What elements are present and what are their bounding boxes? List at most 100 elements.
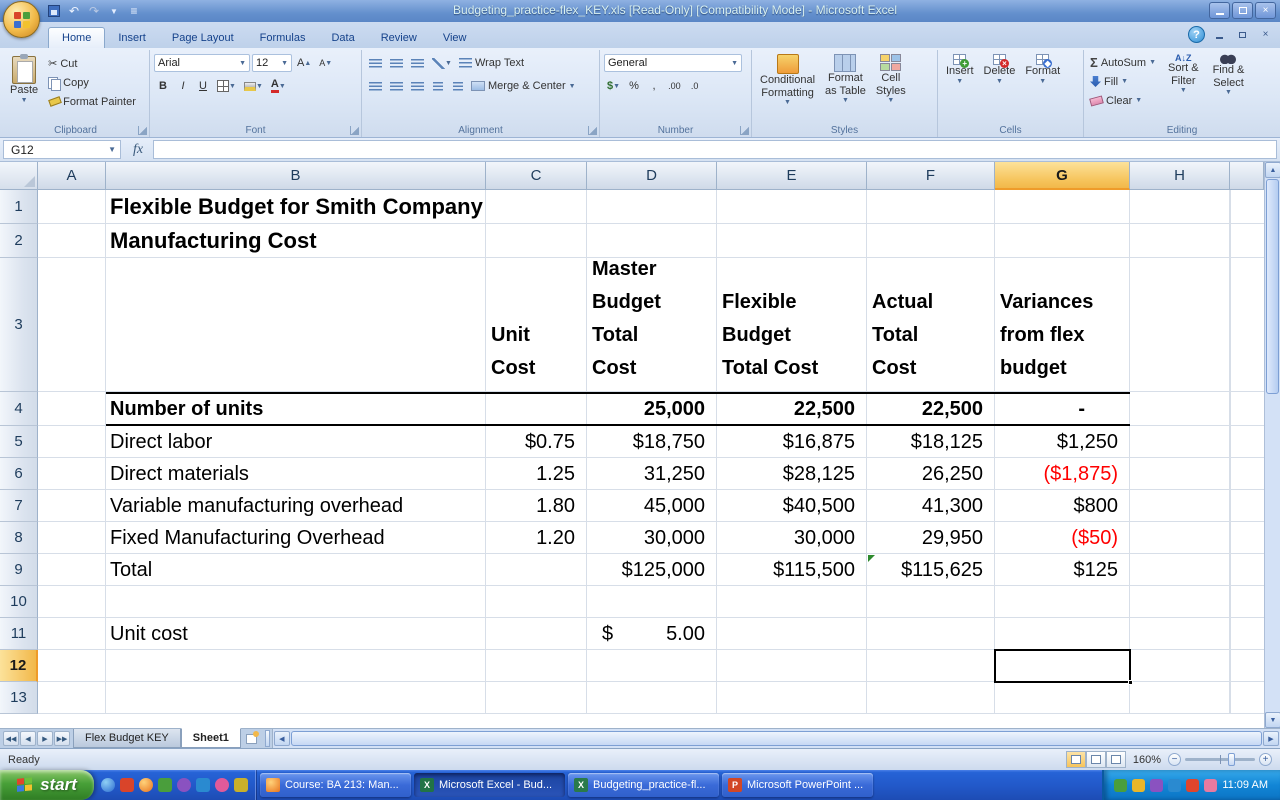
cell-D5[interactable]: $18,750 bbox=[587, 426, 717, 458]
column-header-A[interactable]: A bbox=[38, 162, 106, 190]
align-middle-button[interactable] bbox=[387, 54, 406, 72]
prev-sheet-button[interactable]: ◀ bbox=[20, 731, 36, 746]
cell-C6[interactable]: 1.25 bbox=[486, 458, 587, 490]
borders-button[interactable]: ▼ bbox=[214, 77, 239, 95]
horizontal-scrollbar[interactable]: ◀ ▶ bbox=[272, 729, 1280, 748]
tab-data[interactable]: Data bbox=[318, 27, 367, 48]
cell-E9[interactable]: $115,500 bbox=[717, 554, 867, 586]
workbook-minimize-button[interactable] bbox=[1211, 28, 1228, 42]
minimize-button[interactable] bbox=[1209, 2, 1230, 19]
name-box[interactable]: G12▼ bbox=[3, 140, 121, 159]
row-header-5[interactable]: 5 bbox=[0, 426, 38, 458]
task-budgeting-file[interactable]: XBudgeting_practice-fl... bbox=[568, 773, 719, 797]
cell-E8[interactable]: 30,000 bbox=[717, 522, 867, 554]
font-dialog-launcher[interactable] bbox=[350, 126, 359, 135]
fill-color-button[interactable]: ▼ bbox=[241, 77, 266, 95]
maximize-button[interactable] bbox=[1232, 2, 1253, 19]
task-browser[interactable]: Course: BA 213: Man... bbox=[260, 773, 411, 797]
row-header-6[interactable]: 6 bbox=[0, 458, 38, 490]
tab-review[interactable]: Review bbox=[368, 27, 430, 48]
orientation-button[interactable]: ▼ bbox=[429, 54, 455, 72]
cell-D7[interactable]: 45,000 bbox=[587, 490, 717, 522]
help-button[interactable]: ? bbox=[1188, 26, 1205, 43]
cell-D4[interactable]: 25,000 bbox=[587, 392, 717, 426]
fill-button[interactable]: Fill▼ bbox=[1088, 73, 1158, 90]
cell-F6[interactable]: 26,250 bbox=[867, 458, 995, 490]
sheet-tab-flex-budget-key[interactable]: Flex Budget KEY bbox=[73, 729, 181, 748]
zoom-track[interactable] bbox=[1185, 758, 1255, 761]
align-right-button[interactable] bbox=[408, 77, 427, 95]
grid-body[interactable]: 1 2 3 4 5 6 7 8 9 10 11 12 13 Flexible B… bbox=[0, 190, 1264, 714]
column-header-H[interactable]: H bbox=[1130, 162, 1230, 190]
quick-launch-icon[interactable] bbox=[101, 778, 115, 792]
tab-formulas[interactable]: Formulas bbox=[247, 27, 319, 48]
tab-view[interactable]: View bbox=[430, 27, 480, 48]
cell-E6[interactable]: $28,125 bbox=[717, 458, 867, 490]
quick-launch-icon[interactable] bbox=[120, 778, 134, 792]
cell-F5[interactable]: $18,125 bbox=[867, 426, 995, 458]
page-layout-view-button[interactable] bbox=[1086, 751, 1106, 768]
close-button[interactable]: × bbox=[1255, 2, 1276, 19]
increase-decimal-button[interactable]: .00 bbox=[665, 77, 684, 95]
office-button[interactable] bbox=[3, 1, 40, 38]
cell-G7[interactable]: $800 bbox=[995, 490, 1130, 522]
cell-B8[interactable]: Fixed Manufacturing Overhead bbox=[106, 522, 486, 554]
task-powerpoint[interactable]: PMicrosoft PowerPoint ... bbox=[722, 773, 873, 797]
cell-D11[interactable]: $5.00 bbox=[587, 618, 717, 650]
cell-G8[interactable]: ($50) bbox=[995, 522, 1130, 554]
align-bottom-button[interactable] bbox=[408, 54, 427, 72]
paste-button[interactable]: Paste ▼ bbox=[6, 52, 42, 122]
row-header-11[interactable]: 11 bbox=[0, 618, 38, 650]
column-header-B[interactable]: B bbox=[106, 162, 486, 190]
cell-B9[interactable]: Total bbox=[106, 554, 486, 586]
tray-icon[interactable] bbox=[1168, 779, 1181, 792]
quick-launch-icon[interactable] bbox=[139, 778, 153, 792]
align-top-button[interactable] bbox=[366, 54, 385, 72]
undo-button[interactable]: ↶ bbox=[66, 3, 82, 19]
cell-C7[interactable]: 1.80 bbox=[486, 490, 587, 522]
cell-B1[interactable]: Flexible Budget for Smith Company bbox=[106, 190, 486, 224]
cell-F4[interactable]: 22,500 bbox=[867, 392, 995, 426]
format-painter-button[interactable]: Format Painter bbox=[46, 93, 138, 110]
cell-C8[interactable]: 1.20 bbox=[486, 522, 587, 554]
cell-B7[interactable]: Variable manufacturing overhead bbox=[106, 490, 486, 522]
cell-G6[interactable]: ($1,875) bbox=[995, 458, 1130, 490]
cell-C3[interactable]: Unit Cost bbox=[486, 258, 587, 392]
number-format-combo[interactable]: General▼ bbox=[604, 54, 742, 72]
accounting-format-button[interactable]: $▼ bbox=[604, 77, 623, 95]
first-sheet-button[interactable]: ◀◀ bbox=[3, 731, 19, 746]
format-cells-button[interactable]: ◆ Format ▼ bbox=[1021, 52, 1064, 88]
quick-launch-icon[interactable] bbox=[177, 778, 191, 792]
cell-F7[interactable]: 41,300 bbox=[867, 490, 995, 522]
fill-handle[interactable] bbox=[1128, 680, 1133, 685]
underline-button[interactable]: U bbox=[194, 77, 212, 95]
conditional-formatting-button[interactable]: Conditional Formatting ▼ bbox=[756, 52, 819, 109]
cell-F3[interactable]: Actual Total Cost bbox=[867, 258, 995, 392]
column-header-G[interactable]: G bbox=[995, 162, 1130, 190]
merge-center-button[interactable]: Merge & Center▼ bbox=[469, 78, 578, 95]
cell-D9[interactable]: $125,000 bbox=[587, 554, 717, 586]
tab-insert[interactable]: Insert bbox=[105, 27, 159, 48]
normal-view-button[interactable] bbox=[1066, 751, 1086, 768]
workbook-close-button[interactable]: × bbox=[1257, 28, 1274, 42]
wrap-text-button[interactable]: Wrap Text bbox=[457, 55, 526, 72]
cell-D6[interactable]: 31,250 bbox=[587, 458, 717, 490]
tab-page-layout[interactable]: Page Layout bbox=[159, 27, 247, 48]
customize-qat-button[interactable]: ▼ bbox=[106, 3, 122, 19]
tray-icon[interactable] bbox=[1204, 779, 1217, 792]
alignment-dialog-launcher[interactable] bbox=[588, 126, 597, 135]
redo-button[interactable]: ↷ bbox=[86, 3, 102, 19]
cell-E3[interactable]: Flexible Budget Total Cost bbox=[717, 258, 867, 392]
cell-B5[interactable]: Direct labor bbox=[106, 426, 486, 458]
vertical-scrollbar[interactable]: ▲ ▼ bbox=[1264, 162, 1280, 728]
sheet-tab-sheet1[interactable]: Sheet1 bbox=[181, 728, 241, 748]
insert-cells-button[interactable]: + Insert ▼ bbox=[942, 52, 978, 88]
find-select-button[interactable]: Find & Select ▼ bbox=[1209, 52, 1249, 99]
decrease-indent-button[interactable] bbox=[429, 77, 447, 95]
horizontal-scroll-thumb[interactable] bbox=[291, 731, 1262, 746]
column-header-D[interactable]: D bbox=[587, 162, 717, 190]
decrease-decimal-button[interactable]: .0 bbox=[686, 77, 704, 95]
start-button[interactable]: start bbox=[0, 770, 94, 800]
font-name-combo[interactable]: Arial▼ bbox=[154, 54, 250, 72]
tray-icon[interactable] bbox=[1114, 779, 1127, 792]
